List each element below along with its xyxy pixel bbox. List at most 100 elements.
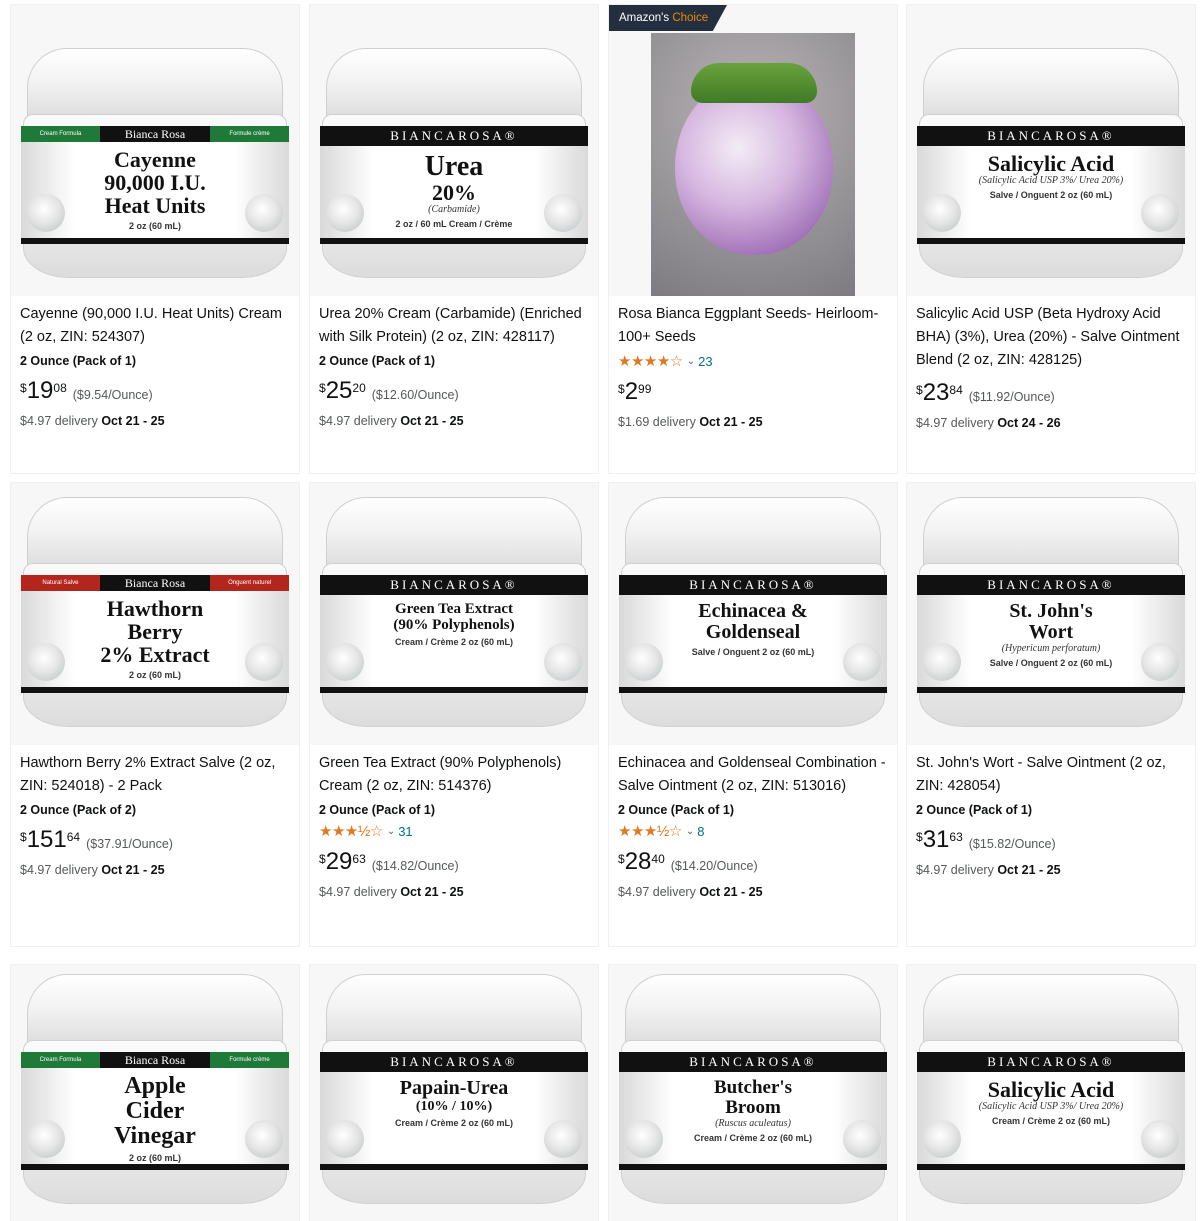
- pack-size: 2 Ounce (Pack of 1): [319, 803, 436, 817]
- price-symbol: $: [319, 381, 326, 395]
- rose-graphic: [1141, 1120, 1179, 1158]
- delivery-info: $1.69 delivery Oct 21 - 25: [618, 413, 888, 431]
- product-image[interactable]: BIANCAROSA® Papain-Urea (10% / 10%) Cream /…: [310, 965, 598, 1221]
- star-rating-icon[interactable]: ★★★½☆: [618, 822, 682, 840]
- label-strip: [917, 1164, 1185, 1170]
- product-title-link[interactable]: Echinacea and Goldenseal Combination - S…: [618, 752, 888, 798]
- label-line: Butcher's: [713, 1077, 793, 1098]
- product-image[interactable]: BIANCAROSA® Green Tea Extract (90% Polyphe…: [310, 483, 598, 745]
- product-image[interactable]: Natural Salve Bianca Rosa Onguent naturel H…: [11, 483, 299, 745]
- label-brand: BIANCAROSA®: [917, 575, 1185, 595]
- jar-image: BIANCAROSA® Echinacea & Goldenseal Salve / …: [619, 497, 887, 727]
- price[interactable]: $25 20 ($12.60/Ounce): [319, 378, 589, 406]
- star-rating-icon[interactable]: ★★★★☆: [618, 352, 683, 370]
- product-title-link[interactable]: Urea 20% Cream (Carbamide) (Enriched wit…: [319, 303, 589, 349]
- rating-count-link[interactable]: 23: [698, 354, 712, 369]
- product-info: Hawthorn Berry 2% Extract Salve (2 oz, Z…: [20, 752, 290, 879]
- rose-graphic: [1141, 194, 1179, 232]
- product-image[interactable]: [609, 5, 897, 296]
- label-strip: [320, 1164, 588, 1170]
- rose-graphic: [625, 1120, 663, 1158]
- product-info: Cayenne (90,000 I.U. Heat Units) Cream (…: [20, 303, 290, 430]
- product-card: Cream Formula Bianca Rosa Formule crème App…: [10, 964, 300, 1221]
- label-banner: Natural Salve Bianca Rosa Onguent naturel: [21, 575, 289, 591]
- price-fraction: 99: [638, 382, 652, 396]
- price-symbol: $: [20, 381, 27, 395]
- rose-graphic: [245, 643, 283, 681]
- product-image[interactable]: BIANCAROSA® Salicylic Acid (Salicylic Acid…: [907, 5, 1195, 296]
- product-image[interactable]: Cream Formula Bianca Rosa Formule crème Cay…: [11, 5, 299, 296]
- unit-price: ($37.91/Ounce): [86, 837, 173, 851]
- delivery-dates: Oct 21 - 25: [400, 885, 464, 899]
- price[interactable]: $31 63 ($15.82/Ounce): [916, 827, 1186, 855]
- price-fraction: 08: [53, 381, 67, 395]
- product-info: Urea 20% Cream (Carbamide) (Enriched wit…: [319, 303, 589, 430]
- product-title-link[interactable]: Rosa Bianca Eggplant Seeds- Heirloom- 10…: [618, 303, 888, 349]
- product-info: St. John's Wort - Salve Ointment (2 oz, …: [916, 752, 1186, 879]
- product-info: Rosa Bianca Eggplant Seeds- Heirloom- 10…: [618, 303, 888, 431]
- price[interactable]: $19 08 ($9.54/Ounce): [20, 378, 290, 406]
- product-title-link[interactable]: Cayenne (90,000 I.U. Heat Units) Cream (…: [20, 303, 290, 349]
- product-image[interactable]: Cream Formula Bianca Rosa Formule crème App…: [11, 965, 299, 1221]
- label-line: Cider: [125, 1098, 185, 1124]
- unit-price: ($9.54/Ounce): [72, 388, 153, 402]
- jar-label: BIANCAROSA® Salicylic Acid (Salicylic Acid…: [917, 1052, 1185, 1170]
- price[interactable]: $28 40 ($14.20/Ounce): [618, 849, 888, 877]
- label-strip: [21, 687, 289, 693]
- price-whole: 25: [325, 377, 353, 404]
- label-line: 90,000 I.U.: [104, 170, 206, 195]
- product-image[interactable]: BIANCAROSA® Butcher's Broom (Ruscus aculeat…: [609, 965, 897, 1221]
- label-strip: [21, 238, 289, 244]
- chevron-down-icon[interactable]: ⌄: [687, 356, 695, 367]
- price[interactable]: $151 64 ($37.91/Ounce): [20, 827, 290, 855]
- rose-graphic: [1141, 643, 1179, 681]
- rating-count-link[interactable]: 31: [398, 824, 412, 839]
- label-line: Hawthorn: [106, 596, 204, 621]
- label-size: Salve / Onguent 2 oz (60 mL): [989, 190, 1113, 200]
- price-fraction: 20: [352, 381, 366, 395]
- label-subtitle: (Salicylic Acid USP 3%/ Urea 20%): [978, 175, 1124, 186]
- label-banner-right: Formule crème: [210, 126, 289, 142]
- label-strip: [619, 1164, 887, 1170]
- delivery-info: $4.97 delivery Oct 21 - 25: [618, 883, 888, 901]
- chevron-down-icon[interactable]: ⌄: [686, 826, 694, 837]
- label-line: (10% / 10%): [415, 1099, 493, 1114]
- label-strip: [21, 1164, 289, 1170]
- price-whole: 29: [325, 848, 353, 875]
- delivery-info: $4.97 delivery Oct 24 - 26: [916, 414, 1186, 432]
- chevron-down-icon[interactable]: ⌄: [387, 826, 395, 837]
- price-fraction: 84: [949, 383, 963, 397]
- rose-graphic: [27, 643, 65, 681]
- jar-label: BIANCAROSA® St. John's Wort (Hypericum perf…: [917, 575, 1185, 693]
- price-symbol: $: [618, 382, 625, 396]
- product-image[interactable]: BIANCAROSA® St. John's Wort (Hypericum perf…: [907, 483, 1195, 745]
- product-image[interactable]: BIANCAROSA® Echinacea & Goldenseal Salve / …: [609, 483, 897, 745]
- product-title-link[interactable]: Hawthorn Berry 2% Extract Salve (2 oz, Z…: [20, 752, 290, 798]
- price[interactable]: $23 84 ($11.92/Ounce): [916, 380, 1186, 408]
- price-symbol: $: [916, 383, 923, 397]
- product-title-link[interactable]: Salicylic Acid USP (Beta Hydroxy Acid BH…: [916, 303, 1186, 372]
- delivery-dates: Oct 24 - 26: [997, 416, 1061, 430]
- product-image[interactable]: BIANCAROSA® Salicylic Acid (Salicylic Acid…: [907, 965, 1195, 1221]
- product-grid: Cream Formula Bianca Rosa Formule crème Cay…: [0, 0, 1204, 1221]
- price-symbol: $: [916, 830, 923, 844]
- price[interactable]: $29 63 ($14.82/Ounce): [319, 849, 589, 877]
- label-line: St. John's: [1009, 600, 1093, 622]
- pack-size: 2 Ounce (Pack of 2): [20, 803, 137, 817]
- price-whole: 19: [26, 377, 54, 404]
- product-image[interactable]: BIANCAROSA® Urea 20% (Carbamide) 2 oz / 60 m…: [310, 5, 598, 296]
- product-info: Green Tea Extract (90% Polyphenols) Crea…: [319, 752, 589, 901]
- rating-count-link[interactable]: 8: [697, 824, 704, 839]
- price[interactable]: $2 99: [618, 379, 888, 407]
- product-card: BIANCAROSA® St. John's Wort (Hypericum perf…: [906, 482, 1196, 947]
- price-fraction: 63: [949, 830, 963, 844]
- unit-price: ($14.20/Ounce): [670, 859, 758, 873]
- product-title-link[interactable]: St. John's Wort - Salve Ointment (2 oz, …: [916, 752, 1186, 798]
- jar-label: BIANCAROSA® Salicylic Acid (Salicylic Acid…: [917, 126, 1185, 244]
- product-card: BIANCAROSA® Green Tea Extract (90% Polyphe…: [309, 482, 599, 947]
- product-title-link[interactable]: Green Tea Extract (90% Polyphenols) Crea…: [319, 752, 589, 798]
- price-whole: 151: [26, 826, 67, 853]
- amazons-choice-badge: Amazon's Choice: [609, 5, 727, 31]
- star-rating-icon[interactable]: ★★★½☆: [319, 822, 383, 840]
- price-fraction: 40: [651, 852, 665, 866]
